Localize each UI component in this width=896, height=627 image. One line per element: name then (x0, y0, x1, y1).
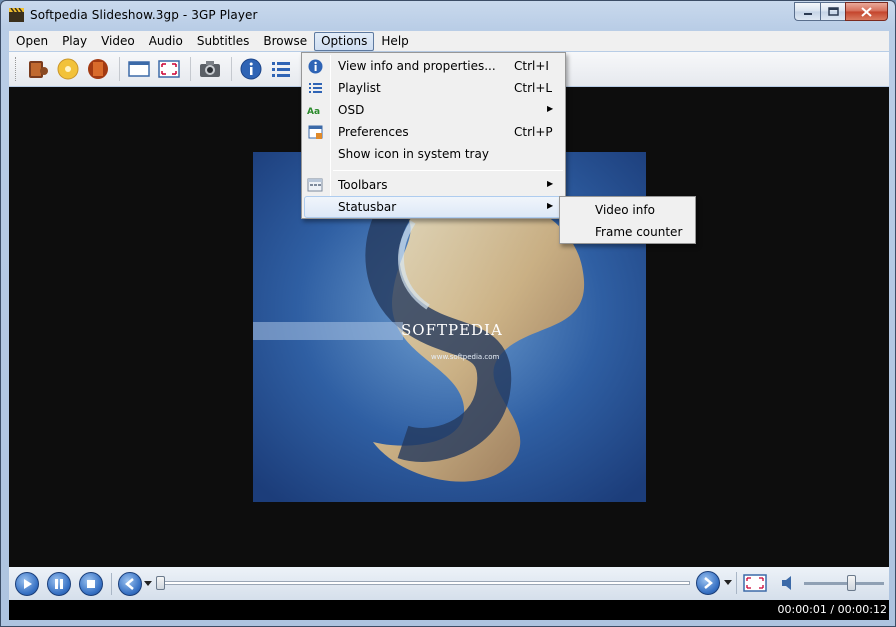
toolbar-grip[interactable] (15, 57, 18, 81)
status-bar: 00:00:01 / 00:00:12 (9, 600, 889, 620)
menu-item-label: OSD (338, 103, 365, 117)
open-disc-button[interactable] (54, 55, 82, 83)
menu-item-label: Statusbar (338, 200, 397, 214)
toolbars-icon (307, 178, 323, 192)
stop-icon (87, 579, 95, 588)
menu-subtitles[interactable]: Subtitles (190, 32, 257, 51)
open-file-button[interactable] (24, 55, 52, 83)
menu-item-label: Preferences (338, 125, 409, 139)
submenu-arrow-icon: ▶ (547, 104, 554, 113)
rewind-dropdown-icon[interactable] (144, 580, 152, 587)
video-url: www.softpedia.com (431, 353, 500, 361)
maximize-button[interactable] (820, 2, 845, 21)
screenshot-icon (200, 61, 220, 77)
menu-item-statusbar[interactable]: Statusbar ▶ (304, 196, 563, 218)
submenu-arrow-icon: ▶ (547, 201, 554, 210)
arrow-left-icon (125, 577, 134, 590)
speaker-icon[interactable] (780, 574, 796, 592)
controls-separator (736, 572, 737, 594)
preferences-icon (308, 125, 322, 139)
screenshot-button[interactable] (196, 55, 224, 83)
fullscreen-toggle-icon[interactable] (743, 573, 767, 593)
minimize-button[interactable] (794, 2, 820, 21)
playback-controls (9, 567, 889, 600)
submenu-arrow-icon: ▶ (547, 179, 554, 188)
menu-separator (333, 170, 563, 171)
fullscreen-icon (158, 60, 180, 78)
menu-bar: Open Play Video Audio Subtitles Browse O… (9, 31, 889, 51)
svg-text:Aa: Aa (307, 107, 320, 116)
time-display: 00:00:01 / 00:00:12 (777, 603, 887, 616)
open-url-button[interactable] (84, 55, 112, 83)
menu-play[interactable]: Play (55, 32, 94, 51)
volume-thumb[interactable] (847, 575, 856, 591)
minimize-icon (803, 12, 812, 15)
rewind-button[interactable] (118, 571, 142, 596)
title-bar[interactable]: Softpedia Slideshow.3gp - 3GP Player (1, 1, 895, 30)
menu-options[interactable]: Options (314, 31, 375, 51)
info-icon (308, 59, 322, 73)
seek-thumb[interactable] (156, 576, 165, 590)
menu-item-label: Playlist (338, 81, 381, 95)
app-window: Softpedia Slideshow.3gp - 3GP Player Ope… (0, 0, 896, 627)
menu-item-label: Toolbars (338, 178, 388, 192)
open-url-icon (88, 59, 108, 79)
playlist-icon (308, 83, 322, 93)
volume-track (804, 582, 884, 585)
menu-item-shortcut: Ctrl+I (514, 59, 549, 73)
maximize-icon (827, 7, 839, 16)
info-icon (240, 58, 262, 80)
seek-track (156, 581, 690, 585)
menu-item-playlist[interactable]: Playlist Ctrl+L (304, 77, 563, 99)
menu-audio[interactable]: Audio (142, 32, 190, 51)
fullscreen-button[interactable] (155, 55, 183, 83)
seek-bar[interactable] (156, 576, 690, 590)
play-button[interactable] (15, 571, 39, 596)
options-menu: View info and properties... Ctrl+I Playl… (301, 52, 566, 219)
menu-item-preferences[interactable]: Preferences Ctrl+P (304, 121, 563, 143)
controls-separator (111, 572, 112, 595)
menu-item-system-tray[interactable]: Show icon in system tray (304, 143, 563, 165)
playlist-icon (272, 62, 290, 77)
info-button[interactable] (237, 55, 265, 83)
window-title: Softpedia Slideshow.3gp - 3GP Player (30, 8, 258, 22)
menu-item-view-info[interactable]: View info and properties... Ctrl+I (304, 55, 563, 77)
statusbar-submenu: Video info Frame counter (559, 196, 696, 244)
menu-video[interactable]: Video (94, 32, 142, 51)
pause-button[interactable] (47, 571, 71, 596)
menu-help[interactable]: Help (374, 32, 415, 51)
open-disc-icon (57, 58, 79, 80)
arrow-right-icon (704, 577, 713, 589)
window-mode-icon (128, 61, 150, 77)
osd-icon: Aa (307, 107, 320, 116)
toolbar-separator (190, 57, 191, 81)
menu-item-toolbars[interactable]: Toolbars ▶ (304, 174, 563, 196)
open-file-icon (29, 61, 48, 78)
menu-open[interactable]: Open (9, 32, 55, 51)
forward-dropdown-icon[interactable] (724, 580, 732, 586)
caption-buttons (794, 2, 888, 21)
close-icon (861, 6, 872, 17)
window-mode-button[interactable] (125, 55, 153, 83)
close-button[interactable] (845, 2, 888, 21)
volume-slider[interactable] (804, 575, 884, 591)
menu-item-shortcut: Ctrl+P (514, 125, 553, 139)
toolbar-separator (231, 57, 232, 81)
menu-item-shortcut: Ctrl+L (514, 81, 553, 95)
submenu-item-frame-counter[interactable]: Frame counter (595, 225, 682, 239)
play-icon (24, 578, 32, 589)
menu-item-osd[interactable]: Aa OSD ▶ (304, 99, 563, 121)
clapperboard-icon (9, 8, 24, 22)
pause-icon (55, 578, 63, 589)
submenu-item-video-info[interactable]: Video info (595, 203, 655, 217)
toolbar-separator (119, 57, 120, 81)
menu-item-label: Show icon in system tray (338, 147, 489, 161)
video-watermark: SOFTPEDIA (401, 321, 503, 339)
stop-button[interactable] (79, 571, 103, 596)
forward-button[interactable] (696, 571, 720, 595)
menu-browse[interactable]: Browse (256, 32, 314, 51)
menu-item-label: View info and properties... (338, 59, 496, 73)
playlist-button[interactable] (267, 55, 295, 83)
